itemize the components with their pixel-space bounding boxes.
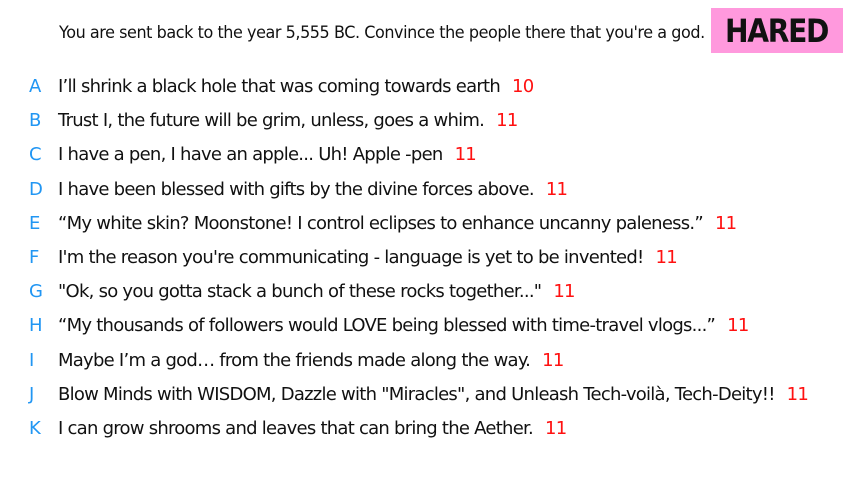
answer-text-wrap: I have a pen, I have an apple... Uh! App… <box>58 138 477 172</box>
answer-letter: C <box>29 144 42 166</box>
player-name: HARED <box>725 11 829 50</box>
answer-letter: H <box>29 315 43 337</box>
answer-row-i[interactable]: I Maybe I’m a god… from the friends made… <box>0 344 853 378</box>
answer-text: “My thousands of followers would LOVE be… <box>58 315 716 337</box>
answer-text-wrap: I'm the reason you're communicating - la… <box>58 241 678 275</box>
player-name-badge: HARED <box>711 8 843 53</box>
answer-text: “My white skin? Moonstone! I control ecl… <box>58 212 704 234</box>
answer-list: A I’ll shrink a black hole that was comi… <box>0 70 853 446</box>
answer-text-wrap: Trust I, the future will be grim, unless… <box>58 104 518 138</box>
answer-letter: A <box>29 76 41 97</box>
answer-letter: B <box>29 110 41 132</box>
answer-score: 11 <box>496 110 518 132</box>
answer-score: 11 <box>553 281 575 303</box>
answer-text-wrap: I have been blessed with gifts by the di… <box>58 173 568 207</box>
answer-row-e[interactable]: E “My white skin? Moonstone! I control e… <box>0 207 853 241</box>
answer-letter: E <box>29 212 40 234</box>
answer-text-wrap: Maybe I’m a god… from the friends made a… <box>58 344 564 378</box>
answer-letter: K <box>29 417 41 439</box>
answer-text: I have been blessed with gifts by the di… <box>58 178 535 200</box>
answer-letter: J <box>29 383 34 405</box>
answer-text-wrap: “My thousands of followers would LOVE be… <box>58 309 749 343</box>
answer-letter: I <box>29 349 34 371</box>
answer-text-wrap: “My white skin? Moonstone! I control ecl… <box>58 207 737 241</box>
answer-score: 10 <box>512 76 534 97</box>
answer-text: I’ll shrink a black hole that was coming… <box>58 76 501 97</box>
answer-row-h[interactable]: H “My thousands of followers would LOVE … <box>0 309 853 343</box>
answer-text: I'm the reason you're communicating - la… <box>58 246 644 268</box>
answer-text: Trust I, the future will be grim, unless… <box>58 110 485 132</box>
answer-text: Blow Minds with WISDOM, Dazzle with "Mir… <box>58 383 775 405</box>
answer-row-j[interactable]: J Blow Minds with WISDOM, Dazzle with "M… <box>0 378 853 412</box>
answer-row-c[interactable]: C I have a pen, I have an apple... Uh! A… <box>0 138 853 172</box>
answer-text-wrap: I can grow shrooms and leaves that can b… <box>58 412 567 446</box>
answer-text: "Ok, so you gotta stack a bunch of these… <box>58 281 542 303</box>
answer-row-a[interactable]: A I’ll shrink a black hole that was comi… <box>0 70 853 104</box>
answer-text: I have a pen, I have an apple... Uh! App… <box>58 144 443 166</box>
answer-text-wrap: "Ok, so you gotta stack a bunch of these… <box>58 275 576 309</box>
answer-letter: F <box>29 246 39 268</box>
answer-text-wrap: I’ll shrink a black hole that was coming… <box>58 70 534 104</box>
answer-row-d[interactable]: D I have been blessed with gifts by the … <box>0 173 853 207</box>
answer-score: 11 <box>454 144 477 166</box>
answer-score: 11 <box>655 246 678 268</box>
answer-score: 11 <box>714 212 737 234</box>
answer-text-wrap: Blow Minds with WISDOM, Dazzle with "Mir… <box>58 378 809 412</box>
answer-text: Maybe I’m a god… from the friends made a… <box>58 349 531 371</box>
answer-row-f[interactable]: F I'm the reason you're communicating - … <box>0 241 853 275</box>
answer-row-k[interactable]: K I can grow shrooms and leaves that can… <box>0 412 853 446</box>
answer-text: I can grow shrooms and leaves that can b… <box>58 417 534 439</box>
question-prompt: You are sent back to the year 5,555 BC. … <box>59 23 705 42</box>
answer-score: 11 <box>727 315 749 337</box>
answer-score: 11 <box>786 383 809 405</box>
answer-letter: D <box>29 178 43 200</box>
answer-letter: G <box>29 281 43 303</box>
answer-row-g[interactable]: G "Ok, so you gotta stack a bunch of the… <box>0 275 853 309</box>
answer-score: 11 <box>542 349 564 371</box>
answer-row-b[interactable]: B Trust I, the future will be grim, unle… <box>0 104 853 138</box>
answer-score: 11 <box>545 178 568 200</box>
answer-score: 11 <box>545 417 567 439</box>
